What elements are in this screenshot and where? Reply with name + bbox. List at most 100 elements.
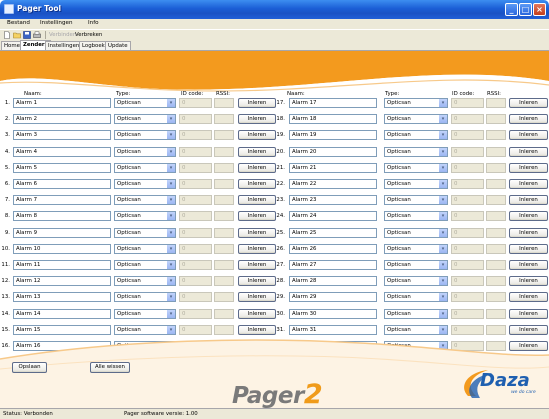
learn-button[interactable]: Inleren — [509, 98, 548, 108]
transmitter-name-input[interactable]: Alarm 25 — [289, 227, 377, 238]
transmitter-name-input[interactable]: Alarm 2 — [13, 114, 111, 125]
tab-instellingen[interactable]: Instellingen — [45, 41, 83, 50]
chevron-down-icon[interactable]: ▾ — [439, 277, 447, 286]
tab-update[interactable]: Update — [105, 41, 131, 50]
learn-button[interactable]: Inleren — [509, 162, 548, 173]
learn-button[interactable]: Inleren — [238, 179, 276, 189]
learn-button[interactable]: Inleren — [238, 195, 276, 206]
transmitter-type-select[interactable]: Opticsan ▾ — [114, 276, 176, 287]
disconnect-button[interactable]: Verbreken — [75, 32, 102, 38]
transmitter-type-select[interactable]: Opticsan ▾ — [114, 260, 176, 270]
transmitter-name-input[interactable]: Alarm 30 — [289, 308, 377, 319]
chevron-down-icon[interactable]: ▾ — [167, 277, 175, 286]
chevron-down-icon[interactable]: ▾ — [439, 212, 447, 221]
chevron-down-icon[interactable]: ▾ — [439, 293, 447, 302]
learn-button[interactable]: Inleren — [238, 227, 276, 238]
print-icon[interactable] — [33, 31, 41, 39]
learn-button[interactable]: Inleren — [509, 292, 548, 303]
learn-button[interactable]: Inleren — [238, 130, 276, 141]
chevron-down-icon[interactable]: ▾ — [439, 131, 447, 140]
transmitter-name-input[interactable]: Alarm 21 — [289, 162, 377, 173]
learn-button[interactable]: Inleren — [238, 162, 276, 173]
learn-button[interactable]: Inleren — [509, 243, 548, 254]
learn-button[interactable]: Inleren — [238, 98, 276, 108]
chevron-down-icon[interactable]: ▾ — [167, 244, 175, 253]
transmitter-type-select[interactable]: Opticsan ▾ — [384, 276, 448, 287]
transmitter-type-select[interactable]: Opticsan ▾ — [114, 243, 176, 254]
chevron-down-icon[interactable]: ▾ — [167, 99, 175, 107]
learn-button[interactable]: Inleren — [509, 130, 548, 141]
chevron-down-icon[interactable]: ▾ — [167, 115, 175, 124]
transmitter-type-select[interactable]: Opticsan ▾ — [384, 179, 448, 189]
close-button[interactable]: × — [533, 3, 546, 16]
transmitter-type-select[interactable]: Opticsan ▾ — [114, 114, 176, 125]
transmitter-name-input[interactable]: Alarm 11 — [13, 260, 111, 270]
chevron-down-icon[interactable]: ▾ — [439, 196, 447, 205]
transmitter-type-select[interactable]: Opticsan ▾ — [384, 260, 448, 270]
connect-button[interactable]: Verbinden — [49, 32, 76, 38]
transmitter-type-select[interactable]: Opticsan ▾ — [384, 98, 448, 108]
minimize-button[interactable]: _ — [505, 3, 518, 16]
transmitter-name-input[interactable]: Alarm 17 — [289, 98, 377, 108]
transmitter-type-select[interactable]: Opticsan ▾ — [114, 308, 176, 319]
learn-button[interactable]: Inleren — [238, 114, 276, 125]
chevron-down-icon[interactable]: ▾ — [167, 293, 175, 302]
transmitter-name-input[interactable]: Alarm 28 — [289, 276, 377, 287]
transmitter-name-input[interactable]: Alarm 24 — [289, 211, 377, 222]
chevron-down-icon[interactable]: ▾ — [167, 228, 175, 237]
transmitter-type-select[interactable]: Opticsan ▾ — [384, 146, 448, 157]
save-button[interactable]: Opslaan — [12, 362, 47, 373]
learn-button[interactable]: Inleren — [509, 308, 548, 319]
tab-logboek[interactable]: Logboek — [79, 41, 108, 50]
learn-button[interactable]: Inleren — [509, 195, 548, 206]
new-file-icon[interactable] — [3, 31, 11, 39]
chevron-down-icon[interactable]: ▾ — [439, 261, 447, 269]
learn-button[interactable]: Inleren — [238, 211, 276, 222]
transmitter-type-select[interactable]: Opticsan ▾ — [114, 211, 176, 222]
transmitter-type-select[interactable]: Opticsan ▾ — [384, 292, 448, 303]
transmitter-name-input[interactable]: Alarm 10 — [13, 243, 111, 254]
open-folder-icon[interactable] — [13, 31, 21, 39]
chevron-down-icon[interactable]: ▾ — [439, 163, 447, 172]
chevron-down-icon[interactable]: ▾ — [439, 228, 447, 237]
learn-button[interactable]: Inleren — [509, 114, 548, 125]
transmitter-name-input[interactable]: Alarm 19 — [289, 130, 377, 141]
transmitter-name-input[interactable]: Alarm 9 — [13, 227, 111, 238]
transmitter-name-input[interactable]: Alarm 23 — [289, 195, 377, 206]
transmitter-name-input[interactable]: Alarm 8 — [13, 211, 111, 222]
transmitter-name-input[interactable]: Alarm 22 — [289, 179, 377, 189]
transmitter-name-input[interactable]: Alarm 20 — [289, 146, 377, 157]
maximize-button[interactable]: □ — [519, 3, 532, 16]
chevron-down-icon[interactable]: ▾ — [167, 163, 175, 172]
transmitter-type-select[interactable]: Opticsan ▾ — [114, 162, 176, 173]
transmitter-type-select[interactable]: Opticsan ▾ — [384, 195, 448, 206]
chevron-down-icon[interactable]: ▾ — [167, 147, 175, 156]
learn-button[interactable]: Inleren — [238, 308, 276, 319]
learn-button[interactable]: Inleren — [509, 146, 548, 157]
learn-button[interactable]: Inleren — [509, 211, 548, 222]
chevron-down-icon[interactable]: ▾ — [439, 180, 447, 188]
transmitter-type-select[interactable]: Opticsan ▾ — [114, 227, 176, 238]
transmitter-type-select[interactable]: Opticsan ▾ — [114, 146, 176, 157]
transmitter-type-select[interactable]: Opticsan ▾ — [384, 130, 448, 141]
chevron-down-icon[interactable]: ▾ — [439, 147, 447, 156]
menu-bestand[interactable]: Bestand — [7, 20, 30, 26]
learn-button[interactable]: Inleren — [238, 146, 276, 157]
chevron-down-icon[interactable]: ▾ — [439, 115, 447, 124]
chevron-down-icon[interactable]: ▾ — [439, 244, 447, 253]
transmitter-type-select[interactable]: Opticsan ▾ — [384, 243, 448, 254]
chevron-down-icon[interactable]: ▾ — [167, 309, 175, 318]
learn-button[interactable]: Inleren — [509, 276, 548, 287]
chevron-down-icon[interactable]: ▾ — [167, 261, 175, 269]
transmitter-name-input[interactable]: Alarm 29 — [289, 292, 377, 303]
transmitter-name-input[interactable]: Alarm 13 — [13, 292, 111, 303]
chevron-down-icon[interactable]: ▾ — [167, 131, 175, 140]
transmitter-type-select[interactable]: Opticsan ▾ — [384, 308, 448, 319]
clear-all-button[interactable]: Alle wissen — [90, 362, 130, 373]
transmitter-type-select[interactable]: Opticsan ▾ — [384, 162, 448, 173]
learn-button[interactable]: Inleren — [509, 227, 548, 238]
chevron-down-icon[interactable]: ▾ — [167, 196, 175, 205]
transmitter-name-input[interactable]: Alarm 6 — [13, 179, 111, 189]
transmitter-name-input[interactable]: Alarm 18 — [289, 114, 377, 125]
transmitter-name-input[interactable]: Alarm 7 — [13, 195, 111, 206]
